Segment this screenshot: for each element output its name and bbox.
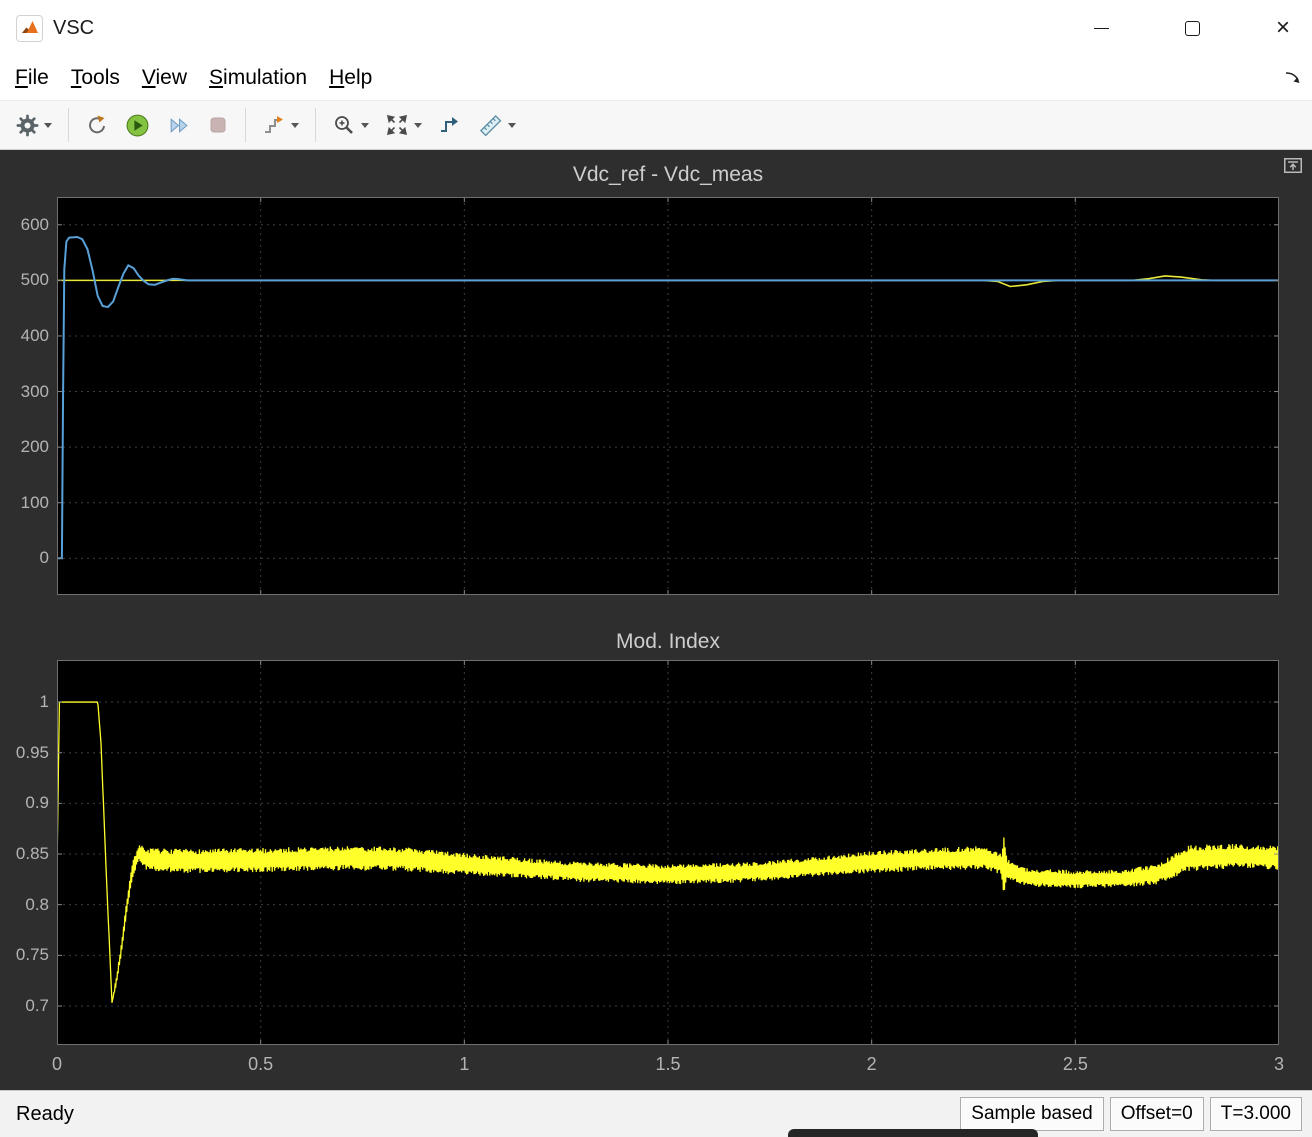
y-tick-label: 0.75 [15, 945, 49, 965]
toolbar-separator [315, 108, 316, 142]
close-icon: × [1275, 14, 1290, 41]
cursor-measurements-icon [478, 113, 503, 138]
y-tick-label: 0.8 [25, 894, 49, 914]
status-ready-text: Ready [16, 1102, 74, 1125]
toolbar-separator [245, 108, 246, 142]
step-forward-icon [166, 113, 191, 138]
stop-button[interactable] [202, 111, 234, 139]
collapse-toolbar-button[interactable] [1282, 156, 1304, 174]
highlight-block-icon [438, 113, 462, 137]
x-tick-label: 2 [866, 1054, 877, 1074]
y-tick-label: 600 [20, 214, 49, 234]
menu-item-simulation[interactable]: Simulation [198, 66, 318, 90]
y-tick-label: 400 [20, 325, 49, 345]
configuration-dropdown-caret[interactable] [44, 122, 52, 128]
toolbar [0, 100, 1312, 150]
menu-item-help[interactable]: Help [318, 66, 383, 90]
stop-icon [207, 114, 229, 136]
fit-to-view-dropdown-caret[interactable] [414, 122, 422, 128]
title-bar: VSC × [0, 0, 1312, 56]
scope-display: Vdc_ref - Vdc_meas 0 100 200 300 400 500 600 Mod… [0, 150, 1312, 1090]
y-tick-label: 500 [20, 270, 49, 290]
stepping-options-icon [262, 113, 286, 137]
menu-bar: File Tools View Simulation Help [0, 56, 1312, 100]
y-tick-label: 300 [20, 381, 49, 401]
y-tick-label: 0.7 [25, 995, 49, 1015]
status-indicators: Sample based Offset=0 T=3.000 [960, 1097, 1302, 1131]
toolbar-buttons [8, 108, 524, 142]
close-button[interactable]: × [1254, 0, 1312, 56]
menu-items: File Tools View Simulation Help [4, 66, 383, 90]
minimize-icon [1093, 27, 1109, 29]
cursor-measurements-button[interactable] [473, 110, 521, 141]
highlight-simulink-block-button[interactable] [433, 110, 467, 140]
plot-area-1[interactable] [57, 660, 1279, 1045]
gear-icon [16, 114, 39, 137]
window-title: VSC [53, 16, 95, 39]
step-back-icon [85, 113, 109, 137]
fit-to-view-icon [385, 113, 409, 137]
zoom-dropdown-caret[interactable] [361, 122, 369, 128]
matlab-scope-icon [16, 14, 43, 42]
step-back-button[interactable] [80, 110, 114, 140]
minimize-button[interactable] [1072, 0, 1130, 56]
plot-area-0[interactable] [57, 197, 1279, 595]
y-tick-label: 0.9 [25, 793, 49, 813]
x-tick-label: 1 [459, 1054, 470, 1074]
y-tick-label: 0 [39, 548, 49, 568]
configuration-button[interactable] [11, 111, 57, 140]
x-tick-label: 1.5 [655, 1054, 681, 1074]
y-tick-label: 0.85 [15, 844, 49, 864]
y-tick-label: 0.95 [15, 742, 49, 762]
status-time: T=3.000 [1209, 1097, 1302, 1131]
menu-overflow-arrow-button[interactable] [1284, 70, 1304, 91]
status-bar: Ready Sample based Offset=0 T=3.000 [0, 1090, 1312, 1137]
x-tick-label: 2.5 [1062, 1054, 1088, 1074]
simulation-stepping-options-button[interactable] [257, 110, 304, 140]
plot-title-1: Mod. Index [616, 630, 720, 653]
maximize-icon [1184, 20, 1200, 36]
y-tick-label: 200 [20, 437, 49, 457]
run-button[interactable] [120, 110, 155, 141]
menu-item-tools[interactable]: Tools [60, 66, 131, 90]
maximize-button[interactable] [1163, 0, 1221, 56]
cursor-measurements-dropdown-caret[interactable] [508, 122, 516, 128]
taskbar-fragment [788, 1129, 1038, 1137]
run-icon [125, 113, 150, 138]
x-tick-label: 0 [51, 1054, 62, 1074]
fit-to-view-button[interactable] [380, 110, 427, 140]
zoom-button[interactable] [327, 110, 374, 140]
status-offset: Offset=0 [1109, 1097, 1204, 1131]
x-tick-label: 3 [1273, 1054, 1284, 1074]
overflow-arrow-icon [1285, 72, 1300, 83]
y-tick-label: 100 [20, 492, 49, 512]
plot-title-0: Vdc_ref - Vdc_meas [572, 163, 764, 186]
menu-item-view[interactable]: View [131, 66, 198, 90]
zoom-in-icon [332, 113, 356, 137]
simulation-stepping-options-dropdown-caret[interactable] [291, 122, 299, 128]
toolbar-separator [68, 108, 69, 142]
x-tick-label: 0.5 [248, 1054, 274, 1074]
y-tick-label: 1 [39, 692, 49, 712]
status-sample-mode: Sample based [960, 1097, 1104, 1131]
menu-item-file[interactable]: File [4, 66, 60, 90]
window-controls: × [1039, 0, 1312, 56]
scope-window: VSC × FileToolsViewSimulationHelp Vd [0, 0, 1312, 1137]
step-forward-button[interactable] [161, 110, 196, 141]
collapse-panel-icon [1284, 157, 1302, 173]
